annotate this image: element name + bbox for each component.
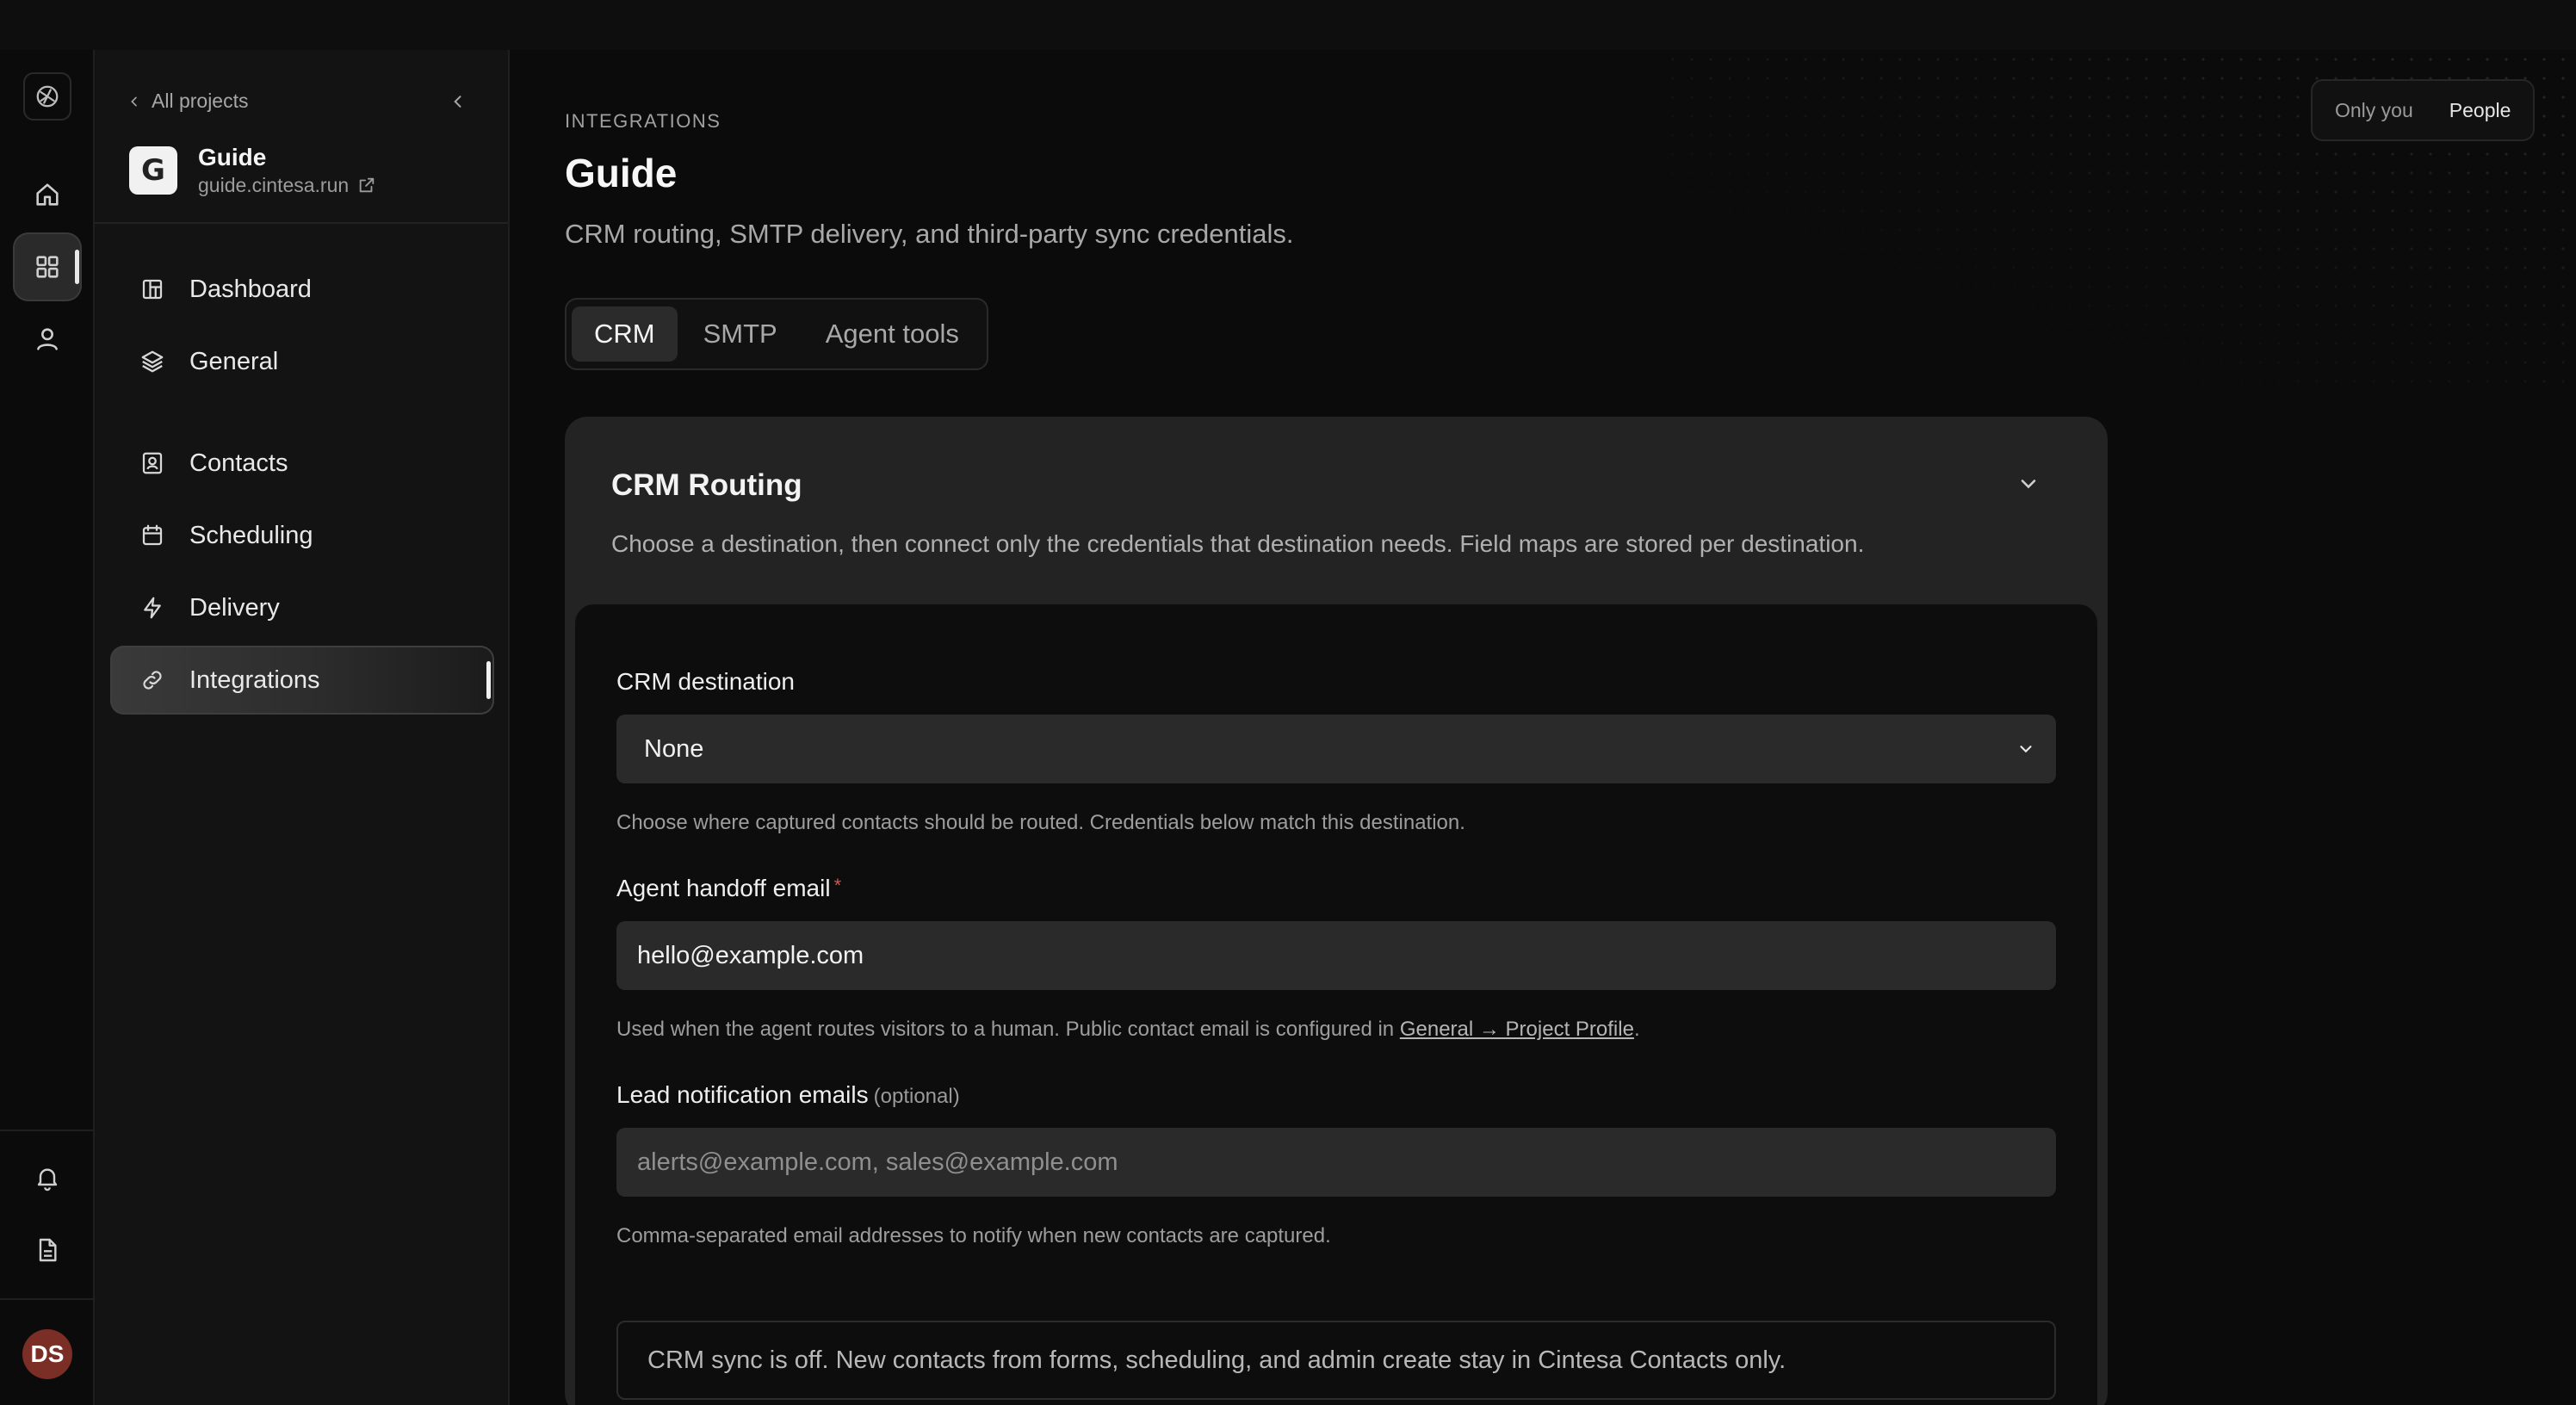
project-name: Guide	[198, 144, 267, 170]
bell-icon	[34, 1164, 61, 1191]
optional-mark: (optional)	[873, 1085, 960, 1108]
document-icon	[34, 1236, 61, 1264]
required-mark: *	[833, 875, 842, 896]
crm-routing-card: CRM Routing Choose a destination, then c…	[565, 417, 2108, 1405]
chevron-left-icon	[449, 93, 467, 110]
main-content: Only you People INTEGRATIONS Guide CRM r…	[510, 50, 2576, 1405]
icon-rail: DS	[0, 50, 95, 1405]
rail-home-button[interactable]	[13, 160, 82, 229]
project-profile-link[interactable]: General → Project Profile	[1400, 1018, 1634, 1041]
all-projects-link[interactable]: All projects	[127, 90, 248, 113]
crm-sync-off-notice: CRM sync is off. New contacts from forms…	[616, 1321, 2056, 1400]
dashboard-icon	[138, 275, 167, 304]
sidebar-item-label: Delivery	[189, 593, 280, 622]
external-link-icon	[357, 176, 376, 195]
window-top-bar	[0, 0, 2576, 50]
lead-notification-emails-label: Lead notification emails (optional)	[616, 1081, 960, 1109]
crm-form-panel: CRM destination None Choose where captur…	[575, 604, 2097, 1405]
lead-notification-emails-help: Comma-separated email addresses to notif…	[616, 1224, 1331, 1247]
home-icon	[33, 180, 62, 209]
lead-notification-emails-input[interactable]: alerts@example.com, sales@example.com	[616, 1128, 2056, 1197]
handoff-help-suffix: .	[1633, 1018, 1640, 1041]
crm-destination-value: None	[644, 734, 704, 763]
layers-icon	[138, 347, 167, 376]
sidebar-item-contacts[interactable]: Contacts	[110, 429, 494, 498]
lead-notification-label-text: Lead notification emails	[616, 1081, 869, 1108]
agent-handoff-email-value: hello@example.com	[637, 941, 864, 969]
handoff-help-text: Used when the agent routes visitors to a…	[616, 1018, 1400, 1041]
chevron-down-icon	[2016, 472, 2040, 496]
sidebar-item-dashboard[interactable]: Dashboard	[110, 255, 494, 324]
agent-handoff-email-label-text: Agent handoff email	[616, 875, 831, 901]
page-title: Guide	[565, 151, 678, 195]
project-url-link[interactable]: guide.cintesa.run	[198, 172, 376, 198]
chevron-left-icon	[127, 95, 141, 108]
visibility-scope-toggle: Only you People	[2311, 79, 2536, 141]
sidebar-item-label: Integrations	[189, 665, 320, 694]
rail-account-button[interactable]	[13, 305, 82, 374]
chevron-down-icon	[2016, 740, 2035, 758]
agent-handoff-email-label: Agent handoff email *	[616, 875, 841, 902]
scope-only-you-option[interactable]: Only you	[2319, 89, 2429, 133]
project-logo: G	[129, 146, 177, 195]
scope-people-option[interactable]: People	[2434, 89, 2527, 133]
agent-handoff-email-input[interactable]: hello@example.com	[616, 921, 2056, 990]
sidebar-item-label: Scheduling	[189, 521, 313, 549]
agent-handoff-email-help: Used when the agent routes visitors to a…	[616, 1018, 1640, 1042]
crm-destination-select[interactable]: None	[616, 715, 2056, 783]
sidebar-item-label: General	[189, 347, 279, 375]
sidebar-divider	[95, 222, 508, 224]
tab-crm[interactable]: CRM	[572, 306, 678, 362]
rail-docs-button[interactable]	[13, 1216, 82, 1284]
rail-notifications-button[interactable]	[13, 1143, 82, 1212]
lightning-icon	[138, 593, 167, 622]
integration-tabs: CRM SMTP Agent tools	[565, 298, 988, 370]
rail-divider	[0, 1298, 95, 1300]
lead-notification-placeholder: alerts@example.com, sales@example.com	[637, 1148, 1118, 1176]
project-header: G Guide guide.cintesa.run	[129, 143, 376, 198]
section-eyebrow: INTEGRATIONS	[565, 110, 721, 132]
tab-agent-tools[interactable]: Agent tools	[803, 306, 981, 362]
page-subtitle: CRM routing, SMTP delivery, and third-pa…	[565, 219, 1294, 249]
card-description: Choose a destination, then connect only …	[611, 530, 1865, 557]
project-url: guide.cintesa.run	[198, 174, 350, 196]
tab-smtp[interactable]: SMTP	[681, 306, 800, 362]
sidebar-item-delivery[interactable]: Delivery	[110, 573, 494, 642]
sidebar-item-label: Contacts	[189, 449, 288, 477]
collapse-sidebar-button[interactable]	[443, 86, 474, 117]
collapse-card-button[interactable]	[2011, 467, 2046, 501]
contact-card-icon	[138, 449, 167, 478]
sidebar-item-general[interactable]: General	[110, 327, 494, 396]
sidebar-item-scheduling[interactable]: Scheduling	[110, 501, 494, 570]
grid-icon	[33, 252, 62, 282]
card-title: CRM Routing	[611, 468, 802, 502]
rail-divider	[0, 1130, 95, 1131]
sidebar-item-integrations[interactable]: Integrations	[110, 646, 494, 715]
calendar-icon	[138, 521, 167, 550]
sidebar-item-label: Dashboard	[189, 275, 312, 303]
crm-destination-label: CRM destination	[616, 668, 795, 695]
user-icon	[33, 325, 62, 354]
link-icon	[138, 665, 167, 695]
cintesa-logo-icon[interactable]	[23, 72, 71, 121]
avatar[interactable]: DS	[22, 1329, 72, 1379]
project-sidebar: All projects G Guide guide.cintesa.run D…	[95, 50, 510, 1405]
crm-destination-help: Choose where captured contacts should be…	[616, 811, 1465, 834]
rail-projects-button[interactable]	[13, 232, 82, 301]
all-projects-label: All projects	[152, 90, 249, 112]
crm-sync-off-text: CRM sync is off. New contacts from forms…	[647, 1346, 1786, 1374]
